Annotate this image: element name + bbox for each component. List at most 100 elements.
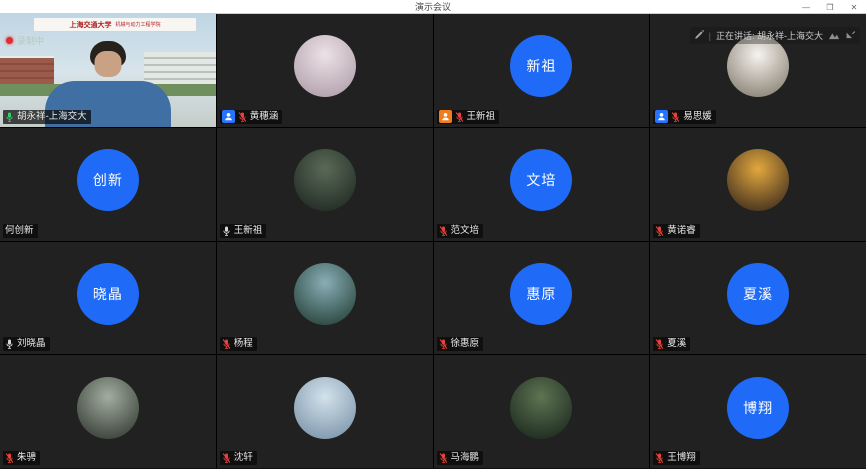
mic-muted-icon xyxy=(238,111,247,123)
mic-muted-icon xyxy=(671,111,680,123)
photo-avatar xyxy=(77,377,139,439)
participant-name: 夏溪 xyxy=(667,337,686,351)
participant-name: 范文培 xyxy=(451,224,480,238)
participant-tile[interactable]: 马海鹏 xyxy=(434,355,650,468)
minimize-button[interactable]: — xyxy=(794,0,818,14)
participant-tile[interactable]: 夏溪夏溪 xyxy=(650,242,866,355)
initials-avatar: 创新 xyxy=(77,149,139,211)
switch-view-icon[interactable] xyxy=(828,30,840,42)
mic-idle-icon xyxy=(222,225,231,237)
photo-avatar xyxy=(294,35,356,97)
participant-tile[interactable]: 黄诺睿 xyxy=(650,128,866,241)
participant-name: 何创新 xyxy=(5,224,34,238)
fullscreen-exit-icon[interactable] xyxy=(845,30,856,42)
participant-tile[interactable]: 王新祖 xyxy=(217,128,433,241)
mic-muted-icon xyxy=(439,225,448,237)
photo-avatar xyxy=(727,35,789,97)
annotation-pen-icon[interactable] xyxy=(694,30,704,42)
initials-avatar: 晓晶 xyxy=(77,263,139,325)
university-banner: 上海交通大学机械与动力工程学院 xyxy=(34,18,196,31)
participant-tile[interactable]: 创新何创新 xyxy=(0,128,216,241)
participant-tile[interactable]: 晓晶刘晓晶 xyxy=(0,242,216,355)
participant-tile[interactable]: 朱骋 xyxy=(0,355,216,468)
window-titlebar: 演示会议 — ❐ ✕ xyxy=(0,0,866,14)
mic-muted-icon xyxy=(655,338,664,350)
close-button[interactable]: ✕ xyxy=(842,0,866,14)
school-name: 机械与动力工程学院 xyxy=(115,21,160,28)
mic-muted-icon xyxy=(655,452,664,464)
participant-name: 杨程 xyxy=(234,337,253,351)
participant-name-label: 朱骋 xyxy=(3,451,40,465)
university-name: 上海交通大学 xyxy=(69,20,111,30)
cohost-badge-icon xyxy=(222,110,235,123)
participant-name: 马海鹏 xyxy=(451,451,480,465)
speaking-label: 正在讲话: 胡永祥-上海交大 xyxy=(716,29,823,42)
participant-tile[interactable]: 文培范文培 xyxy=(434,128,650,241)
participant-tile[interactable]: 惠原徐惠原 xyxy=(434,242,650,355)
photo-avatar xyxy=(510,377,572,439)
photo-avatar xyxy=(294,377,356,439)
host-badge-icon xyxy=(439,110,452,123)
speaking-indicator: | 正在讲话: 胡永祥-上海交大 xyxy=(690,27,860,44)
mic-muted-icon xyxy=(439,452,448,464)
mic-muted-icon xyxy=(5,452,14,464)
participant-name-label: 胡永祥-上海交大 xyxy=(3,110,91,124)
participant-tile[interactable]: 上海交通大学机械与动力工程学院胡永祥-上海交大 xyxy=(0,14,216,127)
mic-active-icon xyxy=(5,111,14,123)
participant-name: 黄诺睿 xyxy=(667,224,696,238)
recording-indicator: 录制中 xyxy=(6,34,44,47)
maximize-button[interactable]: ❐ xyxy=(818,0,842,14)
meeting-area: 上海交通大学机械与动力工程学院胡永祥-上海交大黄穗涵新祖王新祖易思媛创新何创新王… xyxy=(0,14,866,468)
initials-avatar: 夏溪 xyxy=(727,263,789,325)
photo-avatar xyxy=(294,149,356,211)
participant-name: 刘晓晶 xyxy=(17,337,46,351)
mic-muted-icon xyxy=(222,338,231,350)
participant-name-label: 何创新 xyxy=(3,224,38,238)
participant-name: 朱骋 xyxy=(17,451,36,465)
photo-avatar xyxy=(294,263,356,325)
participant-tile[interactable]: 杨程 xyxy=(217,242,433,355)
cohost-badge-icon xyxy=(655,110,668,123)
participant-name: 胡永祥-上海交大 xyxy=(17,110,87,124)
person-face xyxy=(94,51,121,77)
window-title: 演示会议 xyxy=(0,0,866,14)
participant-tile[interactable]: 新祖王新祖 xyxy=(434,14,650,127)
participant-name-label: 王新祖 xyxy=(437,110,500,124)
mic-muted-icon xyxy=(655,225,664,237)
participant-name-label: 杨程 xyxy=(220,337,257,351)
initials-avatar: 博翔 xyxy=(727,377,789,439)
photo-avatar xyxy=(727,149,789,211)
participant-tile[interactable]: 博翔王博翔 xyxy=(650,355,866,468)
mic-idle-icon xyxy=(5,338,14,350)
participant-name-label: 沈轩 xyxy=(220,451,257,465)
participant-name: 易思媛 xyxy=(683,110,712,124)
recording-label: 录制中 xyxy=(17,34,44,47)
participant-name: 沈轩 xyxy=(234,451,253,465)
participant-name-label: 王新祖 xyxy=(220,224,267,238)
mic-muted-icon xyxy=(222,452,231,464)
initials-avatar: 文培 xyxy=(510,149,572,211)
participant-name: 王新祖 xyxy=(467,110,496,124)
participant-name-label: 黄诺睿 xyxy=(653,224,700,238)
participant-name-label: 易思媛 xyxy=(653,110,716,124)
participant-name: 王博翔 xyxy=(667,451,696,465)
mic-muted-icon xyxy=(455,111,464,123)
participant-name-label: 徐惠原 xyxy=(437,337,484,351)
participant-name-label: 马海鹏 xyxy=(437,451,484,465)
participant-name-label: 范文培 xyxy=(437,224,484,238)
initials-avatar: 惠原 xyxy=(510,263,572,325)
participant-name: 黄穗涵 xyxy=(250,110,279,124)
initials-avatar: 新祖 xyxy=(510,35,572,97)
participant-name: 王新祖 xyxy=(234,224,263,238)
participant-tile[interactable]: 黄穗涵 xyxy=(217,14,433,127)
recording-dot-icon xyxy=(6,37,13,44)
participant-grid: 上海交通大学机械与动力工程学院胡永祥-上海交大黄穗涵新祖王新祖易思媛创新何创新王… xyxy=(0,14,866,468)
mic-muted-icon xyxy=(439,338,448,350)
participant-name-label: 夏溪 xyxy=(653,337,690,351)
participant-tile[interactable]: 沈轩 xyxy=(217,355,433,468)
window-controls: — ❐ ✕ xyxy=(794,0,866,14)
participant-name-label: 黄穗涵 xyxy=(220,110,283,124)
divider: | xyxy=(709,31,711,41)
participant-name: 徐惠原 xyxy=(451,337,480,351)
participant-name-label: 王博翔 xyxy=(653,451,700,465)
